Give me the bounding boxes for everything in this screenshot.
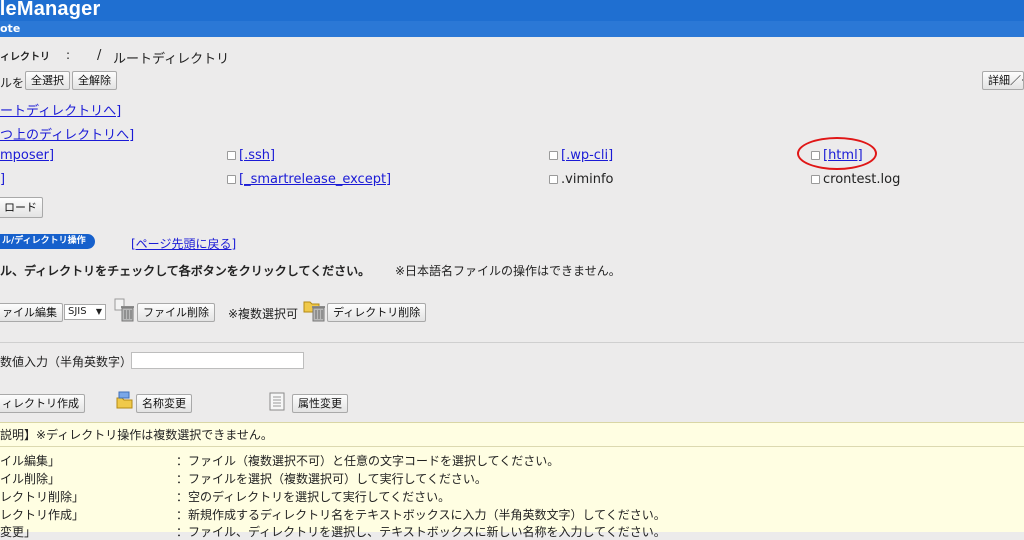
breadcrumb-separator: / [97,48,102,63]
description-text: ：ファイルを選択（複数選択可）して実行してください。 [176,472,487,486]
highlight-circle [797,137,877,170]
file-crontest: crontest.log [823,172,901,187]
attribute-change-button[interactable]: 属性変更 [292,394,348,413]
breadcrumb-colon: : [66,48,71,62]
rename-button[interactable]: 名称変更 [136,394,192,413]
parent-directory-link[interactable]: つ上のディレクトリへ] [0,124,134,143]
description-text: ：ファイル（複数選択不可）と任意の文字コードを選択してください。 [176,454,560,468]
subheader-link[interactable]: ote [0,22,20,35]
breadcrumb-label: ィレクトリ [0,52,50,63]
description-key: イル編集」 [0,454,61,468]
description-key: レクトリ作成」 [0,508,85,522]
description-divider [0,446,1024,447]
trash-icon [114,298,136,325]
divider [0,342,1024,343]
detail-button[interactable]: 詳細／ー [982,71,1024,90]
dir-link-row2[interactable]: ] [0,172,5,187]
directory-create-button[interactable]: ィレクトリ作成 [0,394,85,413]
back-to-top-link[interactable]: [ページ先頭に戻る] [131,235,236,252]
description-title: 説明】※ディレクトリ操作は複数選択できません。 [0,428,273,442]
chevron-down-icon: ▼ [95,307,102,316]
selection-prefix: ルを [0,76,25,90]
app-title: ileManager [0,0,101,20]
encoding-select[interactable]: SJIS ▼ [64,304,106,320]
description-key: イル削除」 [0,472,61,486]
multi-select-note: ※複数選択可 [228,307,299,321]
select-all-button[interactable]: 全選択 [25,71,70,90]
file-edit-button[interactable]: ァイル編集 [0,303,63,322]
description-text: ：新規作成するディレクトリ名をテキストボックスに入力（半角英数文字）してください… [176,508,666,522]
checkbox-viminfo[interactable] [549,175,558,184]
file-viminfo: .viminfo [561,172,614,187]
properties-icon [269,392,287,415]
description-text: ：ファイル、ディレクトリを選択し、テキストボックスに新しい名称を入力してください… [176,525,666,539]
breadcrumb-current: ルートディレクトリ [113,52,230,67]
folder-trash-icon [303,298,327,325]
checkbox-crontest[interactable] [811,175,820,184]
checkbox-wpcli[interactable] [549,151,558,160]
upload-button[interactable]: ロード [0,197,43,218]
rename-icon [115,390,135,413]
dir-link-ssh[interactable]: [.ssh] [239,148,275,163]
checkbox-ssh[interactable] [227,151,236,160]
dir-link-wpcli[interactable]: [.wp-cli] [561,148,613,163]
sub-header: ote [0,21,1024,37]
directory-delete-button[interactable]: ディレクトリ削除 [327,303,427,322]
app-header: ileManager [0,0,1024,21]
encoding-select-value: SJIS [68,306,87,317]
value-input-label: 数値入力（半角英数字） [0,355,133,369]
description-text: ：空のディレクトリを選択して実行してください。 [176,490,451,504]
ops-instruction: ル、ディレクトリをチェックして各ボタンをクリックしてください。 [0,264,371,278]
root-directory-link[interactable]: ートディレクトリへ] [0,100,121,119]
deselect-all-button[interactable]: 全解除 [72,71,117,90]
operations-section-label: ル/ディレクトリ操作 [0,234,95,249]
ops-note: ※日本語名ファイルの操作はできません。 [395,264,621,278]
file-delete-button[interactable]: ファイル削除 [137,303,215,322]
description-key: レクトリ削除」 [0,490,85,504]
dir-link-composer[interactable]: mposer] [0,148,54,163]
name-input[interactable] [131,352,304,369]
dir-link-smartrelease[interactable]: [_smartrelease_except] [239,172,391,187]
checkbox-smartrelease[interactable] [227,175,236,184]
description-key: 変更」 [0,525,37,539]
